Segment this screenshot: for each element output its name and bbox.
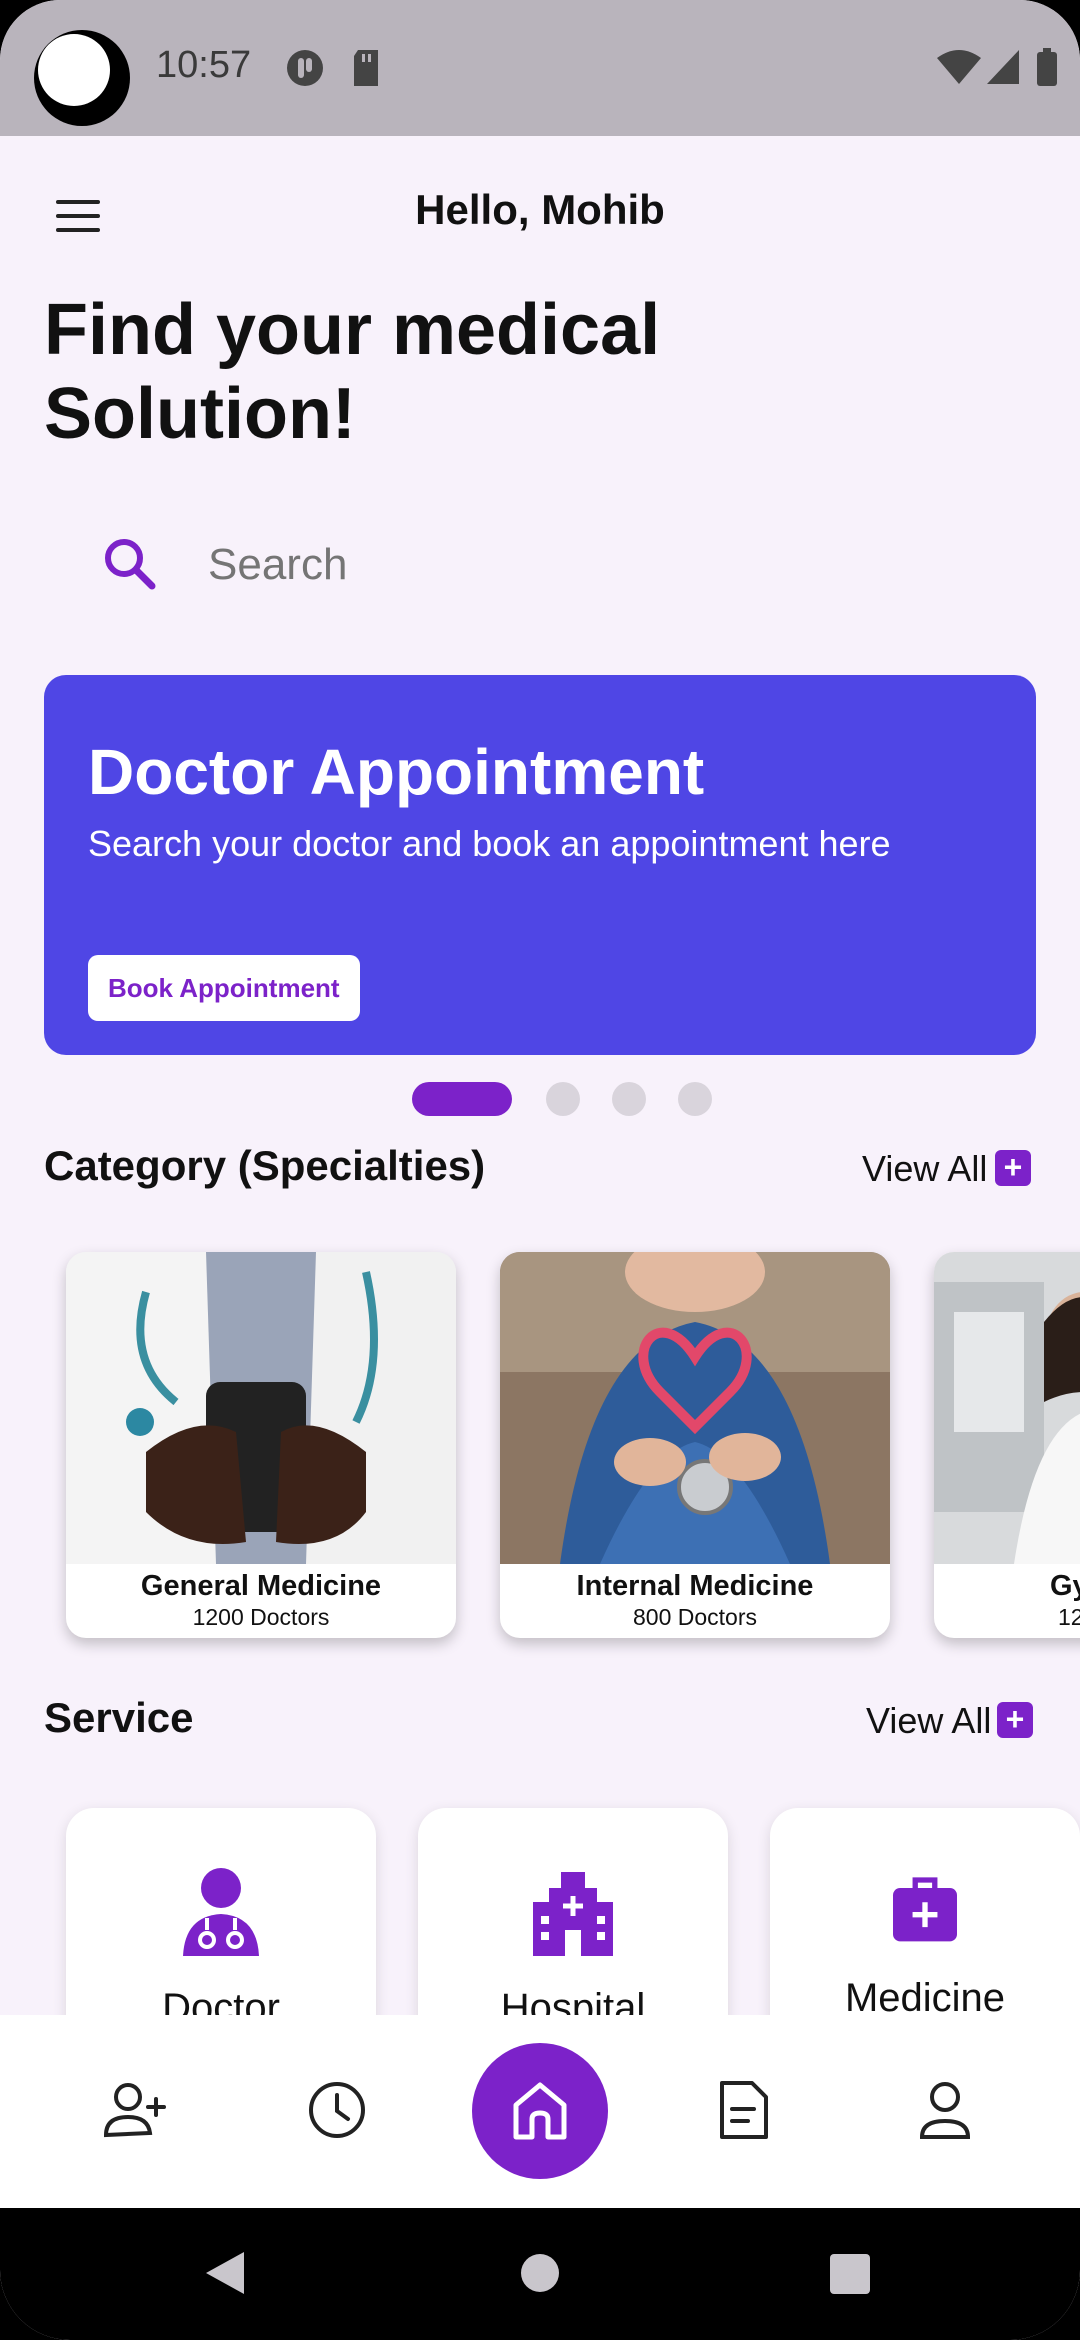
category-doctor-count: 800 Doctors bbox=[632, 1604, 757, 1630]
notification-icon bbox=[287, 50, 323, 86]
back-icon[interactable] bbox=[200, 2248, 250, 2298]
book-appointment-button[interactable]: Book Appointment bbox=[88, 955, 360, 1021]
internal-medicine-photo bbox=[500, 1252, 890, 1564]
headline-line-1: Find your medical bbox=[44, 290, 661, 370]
category-doctor-count: 1200 Doctors bbox=[192, 1604, 330, 1630]
carousel-dot[interactable] bbox=[546, 1082, 580, 1116]
category-plus-icon[interactable]: + bbox=[995, 1150, 1031, 1186]
page-headline: Find your medical Solution! bbox=[44, 288, 844, 456]
category-name: Internal Medicine bbox=[576, 1570, 814, 1602]
carousel-indicator bbox=[412, 1082, 712, 1116]
general-medicine-photo bbox=[66, 1252, 456, 1564]
app-screen: 10:57 Hello, Mohib Find your medical Sol… bbox=[0, 0, 1080, 2340]
search-icon[interactable] bbox=[100, 534, 160, 594]
search-bar[interactable] bbox=[100, 530, 700, 600]
doctor-icon bbox=[183, 1868, 259, 1956]
add-user-icon[interactable] bbox=[100, 2075, 170, 2145]
home-icon bbox=[513, 2082, 567, 2140]
category-card[interactable]: General Medicine 1200 Doctors bbox=[66, 1252, 456, 1638]
status-bar: 10:57 bbox=[0, 0, 1080, 136]
category-card[interactable]: Internal Medicine 800 Doctors bbox=[500, 1252, 890, 1638]
service-view-all-link[interactable]: View All bbox=[866, 1700, 991, 1742]
sd-card-icon bbox=[354, 50, 378, 86]
medicine-icon bbox=[893, 1877, 957, 1942]
clock-icon[interactable] bbox=[302, 2075, 372, 2145]
hospital-icon bbox=[533, 1872, 613, 1956]
carousel-dot[interactable] bbox=[678, 1082, 712, 1116]
search-input[interactable] bbox=[208, 540, 658, 590]
category-name: Gy bbox=[1050, 1570, 1080, 1602]
banner-title: Doctor Appointment bbox=[88, 736, 705, 808]
home-button[interactable] bbox=[472, 2043, 608, 2179]
headline-line-2: Solution! bbox=[44, 374, 356, 454]
service-plus-icon[interactable]: + bbox=[997, 1702, 1033, 1738]
banner-subtitle: Search your doctor and book an appointme… bbox=[88, 823, 891, 864]
signal-icon bbox=[987, 50, 1019, 84]
category-name: General Medicine bbox=[140, 1570, 382, 1602]
status-time: 10:57 bbox=[156, 44, 252, 86]
document-icon[interactable] bbox=[708, 2075, 778, 2145]
battery-icon bbox=[1037, 48, 1057, 86]
greeting-title: Hello, Mohib bbox=[415, 186, 665, 233]
carousel-dot-active[interactable] bbox=[412, 1082, 512, 1116]
profile-icon[interactable] bbox=[910, 2075, 980, 2145]
category-section-title: Category (Specialties) bbox=[44, 1142, 486, 1189]
carousel-dot[interactable] bbox=[612, 1082, 646, 1116]
bottom-navigation bbox=[0, 2015, 1080, 2208]
category-card[interactable]: Gy 12 bbox=[934, 1252, 1080, 1638]
service-section-title: Service bbox=[44, 1694, 194, 1741]
wifi-icon bbox=[937, 50, 981, 84]
recents-icon[interactable] bbox=[828, 2252, 872, 2296]
gynecology-photo bbox=[934, 1252, 1080, 1564]
system-navigation-bar bbox=[0, 2208, 1080, 2340]
promo-banner[interactable]: Doctor Appointment Search your doctor an… bbox=[44, 675, 1036, 1055]
home-system-icon[interactable] bbox=[520, 2253, 560, 2293]
category-view-all-link[interactable]: View All bbox=[862, 1148, 987, 1190]
camera-cutout bbox=[34, 30, 130, 126]
category-doctor-count: 12 bbox=[1058, 1604, 1080, 1630]
